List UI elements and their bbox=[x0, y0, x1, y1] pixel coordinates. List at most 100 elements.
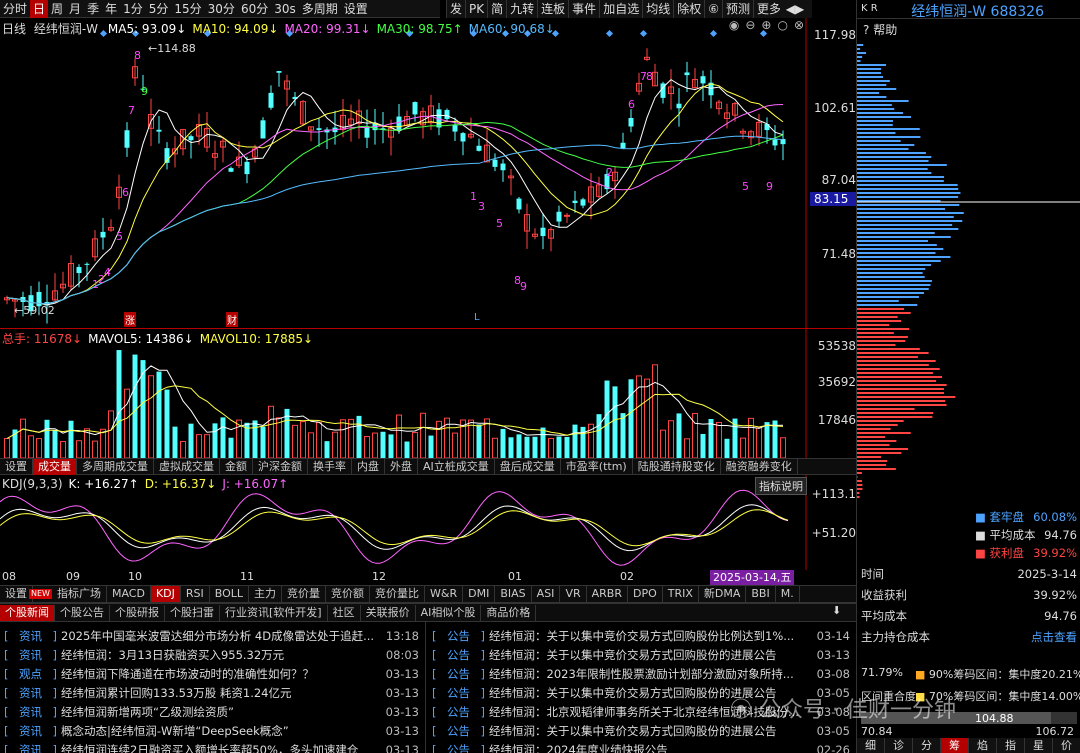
plus-icon[interactable]: ⊕ bbox=[761, 18, 771, 32]
indicator-tab[interactable]: BIAS bbox=[495, 586, 532, 602]
toolbar-button[interactable]: 加自选 bbox=[599, 0, 642, 18]
period-tab[interactable]: 季 bbox=[84, 0, 102, 18]
panel-tab[interactable]: 焰 bbox=[969, 738, 997, 753]
help-link[interactable]: ? 帮助 bbox=[863, 21, 897, 38]
period-tab[interactable]: 60分 bbox=[238, 0, 271, 18]
news-item[interactable]: [资讯] 概念动态|经纬恒润-W新增“DeepSeek概念” 03-13 bbox=[0, 721, 425, 740]
indicator-tab[interactable]: DPO bbox=[628, 586, 663, 602]
indicator-tab[interactable]: ASI bbox=[532, 586, 561, 602]
news-item[interactable]: [公告] 经纬恒润：2024年度业绩快报公告 02-26 bbox=[428, 740, 856, 753]
indicator-tab[interactable]: 竞价量比 bbox=[370, 586, 426, 602]
download-icon[interactable]: ⬇ bbox=[832, 604, 841, 617]
news-item[interactable]: [公告] 经纬恒润：关于以集中竞价交易方式回购股份的进展公告 03-13 bbox=[428, 645, 856, 664]
period-tab[interactable]: 分时 bbox=[0, 0, 30, 18]
panel-tab[interactable]: 星 bbox=[1025, 738, 1053, 753]
indicator-tab[interactable]: RSI bbox=[181, 586, 210, 602]
volume-indicator-tab[interactable]: 陆股通持股变化 bbox=[633, 458, 721, 475]
indicator-tab[interactable]: TRIX bbox=[663, 586, 699, 602]
panel-tab[interactable]: 细 bbox=[857, 738, 885, 753]
news-item[interactable]: [公告] 经纬恒润：2023年限制性股票激励计划部分激励对象所持... 03-08 bbox=[428, 664, 856, 683]
news-tab[interactable]: 个股扫雷 bbox=[165, 604, 220, 621]
event-marker-finance[interactable]: 财 bbox=[226, 312, 238, 327]
news-title[interactable]: 经纬恒润：关于以集中竞价交易方式回购股份的进展公告 bbox=[489, 723, 808, 739]
close-icon[interactable]: ⊗ bbox=[794, 18, 804, 32]
indicator-tab[interactable]: VR bbox=[560, 586, 587, 602]
news-item[interactable]: [资讯] 经纬恒润连续2日融资买入额增长率超50%，多头加速建仓 03-13 bbox=[0, 740, 425, 753]
period-tab[interactable]: 多周期 bbox=[299, 0, 341, 18]
eye-icon[interactable]: ◉ bbox=[729, 18, 739, 32]
period-tab[interactable]: 30分 bbox=[205, 0, 238, 18]
volume-indicator-tab[interactable]: 沪深金额 bbox=[253, 458, 308, 475]
volume-indicator-tab[interactable]: 金额 bbox=[220, 458, 253, 475]
news-tab[interactable]: 商品价格 bbox=[481, 604, 537, 621]
news-tab[interactable]: 行业资讯[软件开发] bbox=[220, 604, 328, 621]
volume-indicator-tab[interactable]: 外盘 bbox=[385, 458, 418, 475]
news-title[interactable]: 经纬恒润：关于以集中竞价交易方式回购股份比例达到1%... bbox=[489, 628, 808, 644]
news-item[interactable]: [资讯] 经纬恒润累计回购133.53万股 耗资1.24亿元 03-13 bbox=[0, 683, 425, 702]
period-tab[interactable]: 5分 bbox=[146, 0, 172, 18]
panel-tab[interactable]: 诊 bbox=[885, 738, 913, 753]
news-title[interactable]: 经纬恒润累计回购133.53万股 耗资1.24亿元 bbox=[61, 685, 377, 701]
news-title[interactable]: 经纬恒润：2024年度业绩快报公告 bbox=[489, 742, 808, 753]
news-tab[interactable]: 社区 bbox=[328, 604, 361, 621]
news-tab[interactable]: 个股研报 bbox=[110, 604, 165, 621]
indicator-tab[interactable]: 竞价额 bbox=[326, 586, 371, 602]
toolbar-button[interactable]: 除权 bbox=[673, 0, 704, 18]
volume-indicator-tab[interactable]: AI立桩成交量 bbox=[418, 458, 495, 475]
indicator-tab[interactable]: MACD bbox=[107, 586, 151, 602]
period-tab[interactable]: 周 bbox=[48, 0, 66, 18]
news-title[interactable]: 经纬恒润下降通道在市场波动时的准确性如何？？ bbox=[61, 666, 377, 682]
period-tab[interactable]: 30s bbox=[271, 0, 299, 18]
period-tab[interactable]: 设置 bbox=[341, 0, 371, 18]
toolbar-button[interactable]: 发 bbox=[446, 0, 465, 18]
period-tab[interactable]: 15分 bbox=[171, 0, 204, 18]
news-item[interactable]: [公告] 经纬恒润：关于以集中竞价交易方式回购股份比例达到1%... 03-14 bbox=[428, 626, 856, 645]
toolbar-button[interactable]: 九转 bbox=[506, 0, 537, 18]
news-title[interactable]: 经纬恒润：3月13日获融资买入955.32万元 bbox=[61, 647, 377, 663]
period-tab[interactable]: 1分 bbox=[120, 0, 146, 18]
minus-icon[interactable]: ⊖ bbox=[745, 18, 755, 32]
event-marker-limit-up[interactable]: 涨 bbox=[124, 312, 136, 327]
news-tab[interactable]: 关联报价 bbox=[361, 604, 416, 621]
indicator-tab[interactable]: 竞价量 bbox=[282, 586, 327, 602]
news-item[interactable]: [资讯] 经纬恒润新增两项“乙级测绘资质” 03-13 bbox=[0, 702, 425, 721]
volume-indicator-tab[interactable]: 虚拟成交量 bbox=[154, 458, 220, 475]
chip-stat-value[interactable]: 点击查看 bbox=[1031, 629, 1077, 645]
indicator-tab[interactable]: ARBR bbox=[587, 586, 628, 602]
volume-indicator-tab[interactable]: 成交量 bbox=[33, 458, 77, 475]
indicator-tab[interactable]: 指标广场 bbox=[52, 586, 107, 602]
indicator-tab[interactable]: 主力 bbox=[249, 586, 283, 602]
indicator-tab[interactable]: DMI bbox=[463, 586, 496, 602]
panel-tab[interactable]: 筹 bbox=[941, 738, 969, 753]
indicator-tab[interactable]: BOLL bbox=[210, 586, 250, 602]
period-tab[interactable]: 月 bbox=[66, 0, 84, 18]
indicator-tab[interactable]: BBI bbox=[746, 586, 776, 602]
volume-indicator-tab[interactable]: 设置 bbox=[0, 458, 33, 475]
indicator-tab[interactable]: KDJ bbox=[150, 586, 181, 602]
news-tab[interactable]: AI相似个股 bbox=[416, 604, 482, 621]
volume-indicator-tab[interactable]: 换手率 bbox=[308, 458, 352, 475]
news-item[interactable]: [观点] 经纬恒润下降通道在市场波动时的准确性如何？？ 03-13 bbox=[0, 664, 425, 683]
indicator-tab[interactable]: W&R bbox=[425, 586, 464, 602]
price-chart[interactable]: 1245678913589267859 日线 经纬恒润-W MA5: 93.09… bbox=[0, 18, 856, 328]
indicator-tab[interactable]: M. bbox=[776, 586, 800, 602]
volume-indicator-tab[interactable]: 市盈率(ttm) bbox=[561, 458, 633, 475]
volume-chart[interactable]: 总手: 11678↓ MAVOL5: 14386↓ MAVOL10: 17885↓ … bbox=[0, 328, 856, 459]
nav-arrows[interactable]: ◀▶ bbox=[780, 0, 810, 18]
indicator-help-tooltip[interactable]: 指标说明 bbox=[755, 477, 807, 495]
toolbar-button[interactable]: 简 bbox=[487, 0, 506, 18]
news-item[interactable]: [资讯] 2025年中国毫米波雷达细分市场分析 4D成像雷达处于追赶... 13:1… bbox=[0, 626, 425, 645]
volume-indicator-tab[interactable]: 多周期成交量 bbox=[77, 458, 154, 475]
panel-tab[interactable]: 分 bbox=[913, 738, 941, 753]
news-title[interactable]: 概念动态|经纬恒润-W新增“DeepSeek概念” bbox=[61, 723, 377, 739]
kdj-chart[interactable]: KDJ(9,3,3) K: +16.27↑ D: +16.37↓ J: +16.07↑… bbox=[0, 475, 856, 570]
event-marker-l[interactable]: L bbox=[474, 312, 480, 323]
news-tab[interactable]: 个股新闻 bbox=[0, 604, 55, 621]
circle-icon[interactable]: ○ bbox=[777, 18, 787, 32]
panel-tab[interactable]: 价 bbox=[1053, 738, 1080, 753]
toolbar-button[interactable]: 预测 bbox=[722, 0, 753, 18]
chip-stat-row[interactable]: 主力持仓成本 点击查看 bbox=[857, 626, 1080, 647]
news-title[interactable]: 经纬恒润新增两项“乙级测绘资质” bbox=[61, 704, 377, 720]
news-title[interactable]: 经纬恒润：2023年限制性股票激励计划部分激励对象所持... bbox=[489, 666, 808, 682]
period-tab[interactable]: 年 bbox=[102, 0, 120, 18]
